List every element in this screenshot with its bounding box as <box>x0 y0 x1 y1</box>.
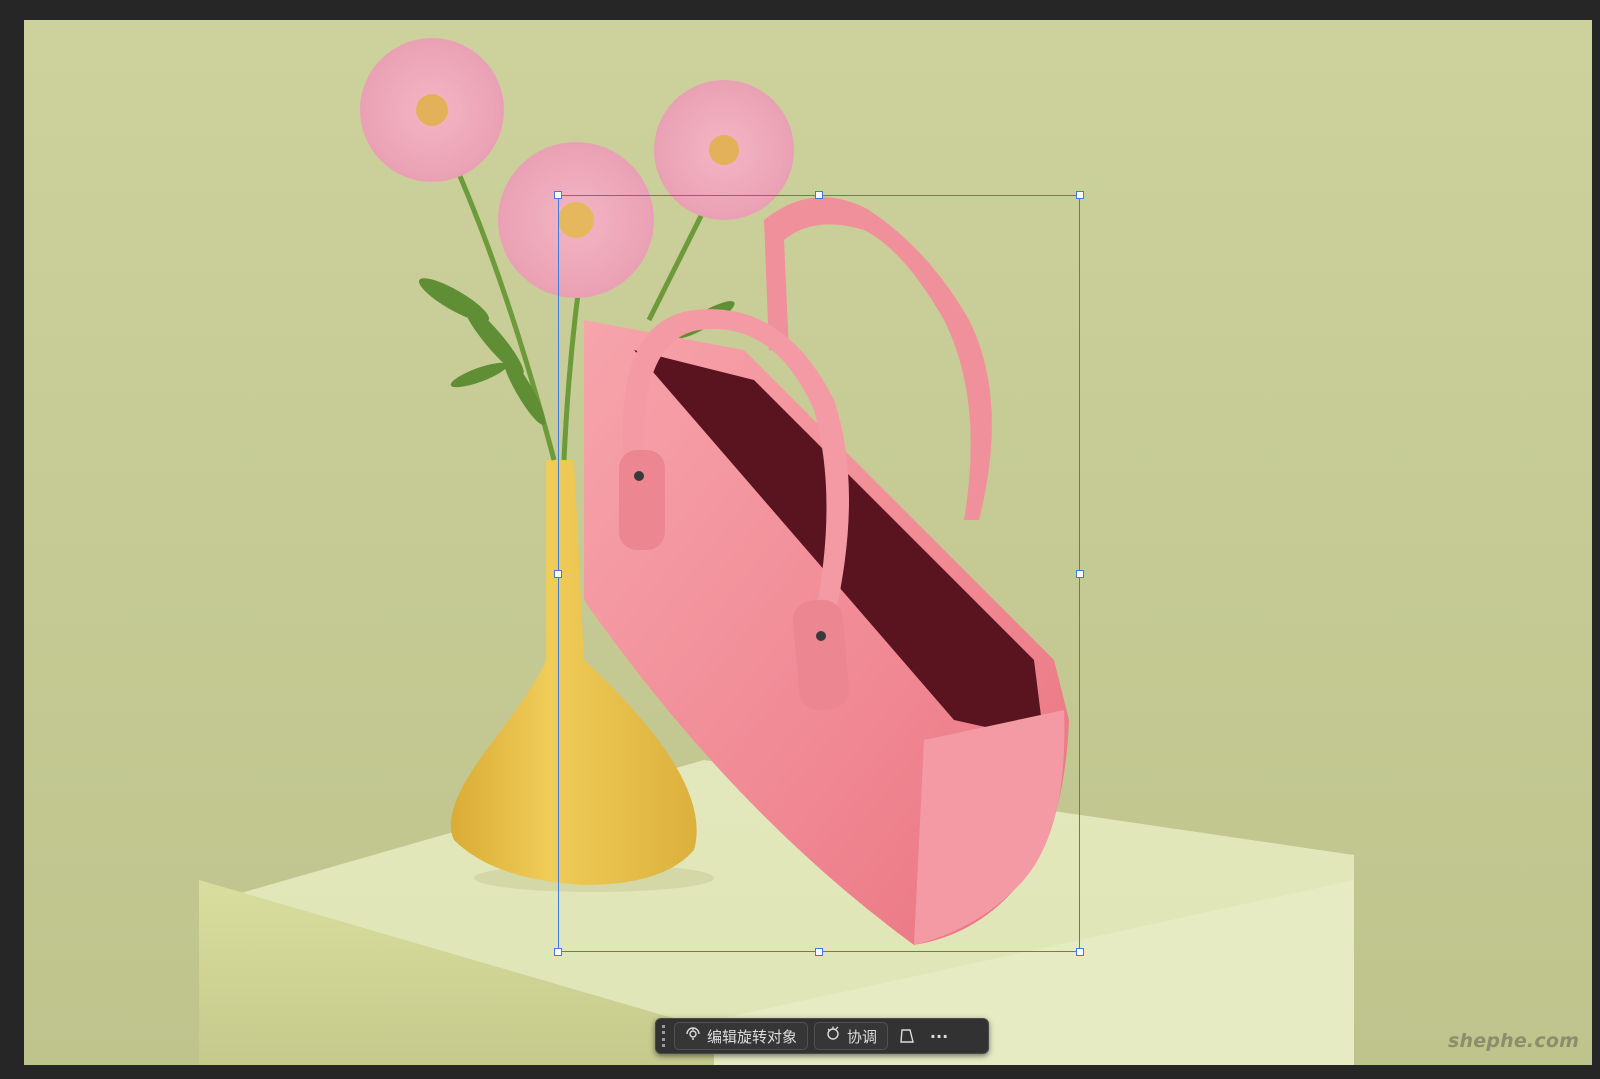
harmonize-label: 协调 <box>847 1027 878 1046</box>
document-canvas[interactable] <box>24 20 1592 1065</box>
transform-handle-top-right[interactable] <box>1076 191 1084 199</box>
contextual-task-bar: 编辑旋转对象 协调 ··· <box>655 1018 989 1054</box>
harmonize-button[interactable]: 协调 <box>814 1022 889 1050</box>
transform-handle-top-left[interactable] <box>554 191 562 199</box>
transform-handle-right[interactable] <box>1076 570 1084 578</box>
edit-rotate-object-button[interactable]: 编辑旋转对象 <box>674 1022 809 1050</box>
transform-handle-left[interactable] <box>554 570 562 578</box>
harmonize-icon <box>825 1026 841 1046</box>
transform-handle-bottom[interactable] <box>815 948 823 956</box>
transform-handle-top[interactable] <box>815 191 823 199</box>
transform-handle-bottom-right[interactable] <box>1076 948 1084 956</box>
edit-rotate-object-label: 编辑旋转对象 <box>707 1027 798 1046</box>
transform-handle-bottom-left[interactable] <box>554 948 562 956</box>
perspective-warp-icon[interactable] <box>894 1022 920 1050</box>
rotate-3d-icon <box>685 1026 701 1046</box>
more-options-icon[interactable]: ··· <box>926 1022 952 1050</box>
drag-grip-icon[interactable] <box>658 1023 668 1049</box>
watermark-text: shephe.com <box>1448 1030 1580 1052</box>
transform-bounding-box[interactable] <box>554 191 1084 956</box>
